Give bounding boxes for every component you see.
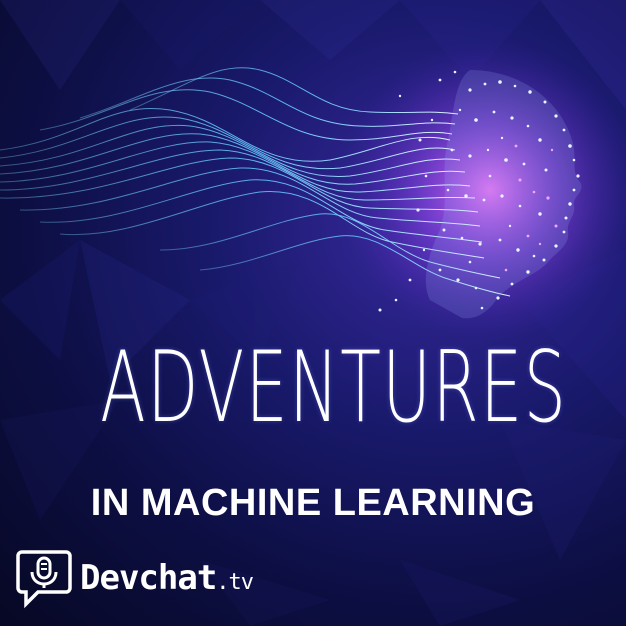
cover-subtitle: IN MACHINE LEARNING [90,482,536,524]
brand-name: Devchat [80,558,217,598]
cover-title: ADVENTURES [100,331,568,445]
microphone-speech-bubble-icon [16,550,72,609]
ai-face-illustration [0,0,626,626]
brand-suffix: .tv [216,570,254,595]
brand-wordmark: Devchat .tv [80,558,254,598]
devchat-brand: Devchat .tv [16,546,254,610]
podcast-cover: ADVENTURES IN MACHINE LEARNING Devchat .… [0,0,626,626]
